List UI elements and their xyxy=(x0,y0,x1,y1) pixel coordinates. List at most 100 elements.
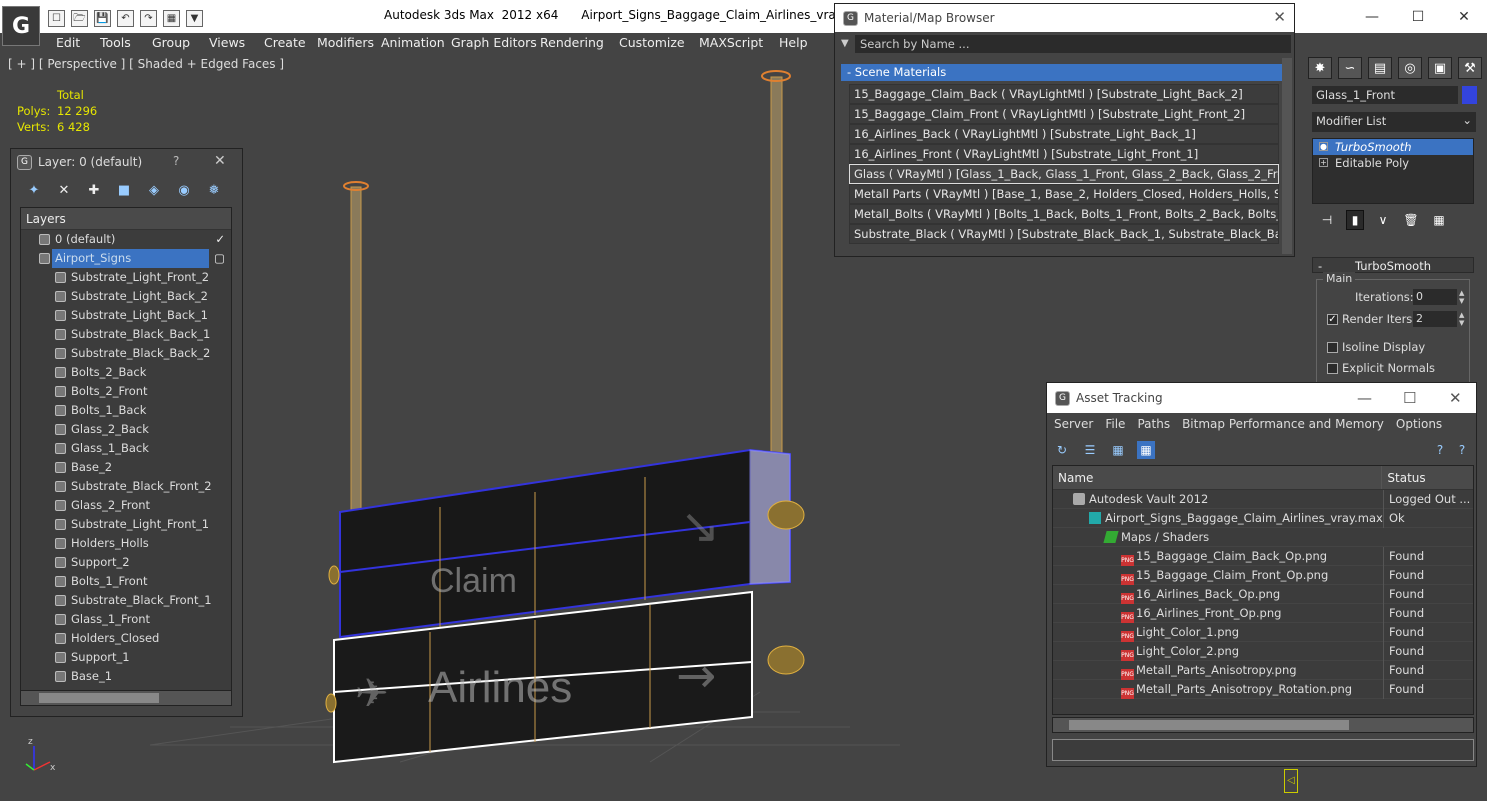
object-name-field[interactable]: Glass_1_Front xyxy=(1312,86,1458,104)
hide-all-icon[interactable]: ◉ xyxy=(175,181,193,199)
maximize-icon[interactable]: ☐ xyxy=(1403,389,1416,407)
project-folder-icon[interactable]: ▦ xyxy=(163,9,180,27)
menu-maxscript[interactable]: MAXScript xyxy=(699,35,763,50)
layer-row[interactable]: Substrate_Black_Back_2 xyxy=(21,344,231,363)
asset-row[interactable]: PNG Light_Color_1.png Found xyxy=(1053,623,1473,642)
asset-table[interactable]: Name Status Autodesk Vault 2012 Logged Ou… xyxy=(1052,465,1474,715)
asset-row[interactable]: Maps / Shaders xyxy=(1053,528,1473,547)
undo-icon[interactable]: ↶ xyxy=(117,9,134,27)
delete-layer-icon[interactable]: ✕ xyxy=(55,181,73,199)
layer-window-titlebar[interactable]: G Layer: 0 (default) ? ✕ xyxy=(11,149,242,175)
menu-animation[interactable]: Animation xyxy=(381,35,445,50)
spinner-arrows-icon[interactable]: ▲ ▼ xyxy=(1459,311,1467,327)
asset-menu-paths[interactable]: Paths xyxy=(1137,417,1170,431)
material-item[interactable]: 15_Baggage_Claim_Front ( VRayLightMtl ) … xyxy=(849,104,1279,124)
asset-row[interactable]: PNG 16_Airlines_Front_Op.png Found xyxy=(1053,604,1473,623)
create-layer-icon[interactable]: ✦ xyxy=(25,181,43,199)
thumbnail-view-icon[interactable]: ▦ xyxy=(1109,441,1127,459)
material-item[interactable]: 15_Baggage_Claim_Back ( VRayLightMtl ) [… xyxy=(849,84,1279,104)
configure-modifier-sets-icon[interactable]: ▦ xyxy=(1430,210,1448,230)
layer-row[interactable]: Substrate_Black_Front_1 xyxy=(21,591,231,610)
minimize-icon[interactable]: — xyxy=(1349,0,1395,33)
layer-row[interactable]: Base_1 xyxy=(21,667,231,686)
stack-item[interactable]: + Editable Poly xyxy=(1313,155,1473,171)
asset-row[interactable]: Airport_Signs_Baggage_Claim_Airlines_vra… xyxy=(1053,509,1473,528)
vertical-scrollbar[interactable] xyxy=(1282,58,1292,254)
create-icon[interactable]: ✸ xyxy=(1308,57,1332,79)
menu-group[interactable]: Group xyxy=(152,35,190,50)
horizontal-scrollbar[interactable] xyxy=(20,690,232,706)
layer-row[interactable]: Support_1 xyxy=(21,648,231,667)
layer-row[interactable]: Substrate_Light_Back_1 xyxy=(21,306,231,325)
menu-graph-editors[interactable]: Graph Editors xyxy=(451,35,537,50)
menu-edit[interactable]: Edit xyxy=(56,35,80,50)
refresh-icon[interactable]: ↻ xyxy=(1053,441,1071,459)
iterations-spinner[interactable]: 0 xyxy=(1413,289,1457,305)
asset-menu-bitmap-performance-and-memory[interactable]: Bitmap Performance and Memory xyxy=(1182,417,1384,431)
layer-row[interactable]: Glass_1_Back xyxy=(21,439,231,458)
current-layer-box-icon[interactable]: ▢ xyxy=(214,249,225,268)
list-view-icon[interactable]: ☰ xyxy=(1081,441,1099,459)
render-iters-checkbox[interactable]: ✓ xyxy=(1327,314,1338,325)
layer-row[interactable]: Airport_Signs ▢ xyxy=(21,249,231,268)
scrollbar-thumb[interactable] xyxy=(39,693,159,703)
material-item[interactable]: Substrate_Black ( VRayMtl ) [Substrate_B… xyxy=(849,224,1279,244)
asset-row[interactable]: Autodesk Vault 2012 Logged Out ... xyxy=(1053,490,1473,509)
search-input[interactable]: Search by Name ... xyxy=(855,35,1291,53)
dropdown-icon[interactable]: ▼ xyxy=(186,9,203,27)
layer-row[interactable]: Base_2 xyxy=(21,458,231,477)
layer-row[interactable]: Substrate_Light_Back_2 xyxy=(21,287,231,306)
menu-views[interactable]: Views xyxy=(209,35,245,50)
layers-column-header[interactable]: Layers xyxy=(21,208,231,230)
status-column-header[interactable]: Status xyxy=(1381,466,1473,489)
modify-icon[interactable]: ∽ xyxy=(1338,57,1362,79)
expand-plus-icon[interactable]: + xyxy=(1319,158,1328,167)
support-pole-right[interactable] xyxy=(761,70,791,518)
save-icon[interactable]: 💾 xyxy=(94,9,111,27)
minimize-icon[interactable]: — xyxy=(1357,389,1372,407)
layer-row[interactable]: Glass_1_Front xyxy=(21,610,231,629)
remove-modifier-icon[interactable]: 🗑 xyxy=(1402,210,1420,230)
render-iters-spinner[interactable]: 2 xyxy=(1413,311,1457,327)
pin-stack-icon[interactable]: ⊣ xyxy=(1318,210,1336,230)
layer-row[interactable]: Substrate_Light_Front_1 xyxy=(21,515,231,534)
viewport-label[interactable]: [ + ] [ Perspective ] [ Shaded + Edged F… xyxy=(8,57,284,71)
asset-row[interactable]: PNG 15_Baggage_Claim_Back_Op.png Found xyxy=(1053,547,1473,566)
layer-row[interactable]: Holders_Closed xyxy=(21,629,231,648)
context-help-icon[interactable]: ? xyxy=(1453,441,1471,459)
table-view-icon[interactable]: ▦ xyxy=(1137,441,1155,459)
object-color-swatch[interactable] xyxy=(1462,86,1477,104)
modifier-list-dropdown[interactable]: Modifier List ⌄ xyxy=(1312,112,1476,132)
redo-icon[interactable]: ↷ xyxy=(140,9,157,27)
material-browser-titlebar[interactable]: G Material/Map Browser ✕ xyxy=(835,4,1294,32)
asset-tracking-titlebar[interactable]: G Asset Tracking — ☐ ✕ xyxy=(1047,383,1476,413)
lightbulb-icon[interactable]: ● xyxy=(1319,142,1328,151)
3ds-max-logo-icon[interactable]: G xyxy=(2,6,40,46)
close-icon[interactable]: ✕ xyxy=(1441,0,1487,33)
menu-help[interactable]: Help xyxy=(779,35,808,50)
support-pole-left[interactable] xyxy=(343,181,369,518)
layer-row[interactable]: Glass_2_Front xyxy=(21,496,231,515)
material-item[interactable]: 16_Airlines_Front ( VRayLightMtl ) [Subs… xyxy=(849,144,1279,164)
stack-item[interactable]: ● TurboSmooth xyxy=(1313,139,1473,155)
layer-row[interactable]: Bolts_1_Front xyxy=(21,572,231,591)
layer-row[interactable]: Substrate_Black_Front_2 xyxy=(21,477,231,496)
motion-icon[interactable]: ◎ xyxy=(1398,57,1422,79)
menu-customize[interactable]: Customize xyxy=(619,35,685,50)
layer-row[interactable]: 0 (default) ✓ xyxy=(21,230,231,249)
make-unique-icon[interactable]: ∨ xyxy=(1374,210,1392,230)
close-icon[interactable]: ✕ xyxy=(1449,389,1462,407)
asset-menu-server[interactable]: Server xyxy=(1054,417,1093,431)
highlight-layer-icon[interactable]: ◈ xyxy=(145,181,163,199)
material-item[interactable]: Glass ( VRayMtl ) [Glass_1_Back, Glass_1… xyxy=(849,164,1279,184)
checkmark-icon[interactable]: ✓ xyxy=(215,230,225,249)
layer-row[interactable]: Bolts_2_Front xyxy=(21,382,231,401)
layer-row[interactable]: Glass_2_Back xyxy=(21,420,231,439)
add-to-layer-icon[interactable]: ✚ xyxy=(85,181,103,199)
material-item[interactable]: Metall Parts ( VRayMtl ) [Base_1, Base_2… xyxy=(849,184,1279,204)
name-column-header[interactable]: Name xyxy=(1053,466,1381,489)
asset-row[interactable]: PNG Metall_Parts_Anisotropy.png Found xyxy=(1053,661,1473,680)
explicit-normals-checkbox[interactable] xyxy=(1327,363,1338,374)
freeze-all-icon[interactable]: ❅ xyxy=(205,181,223,199)
select-in-layer-icon[interactable]: ■ xyxy=(115,181,133,199)
